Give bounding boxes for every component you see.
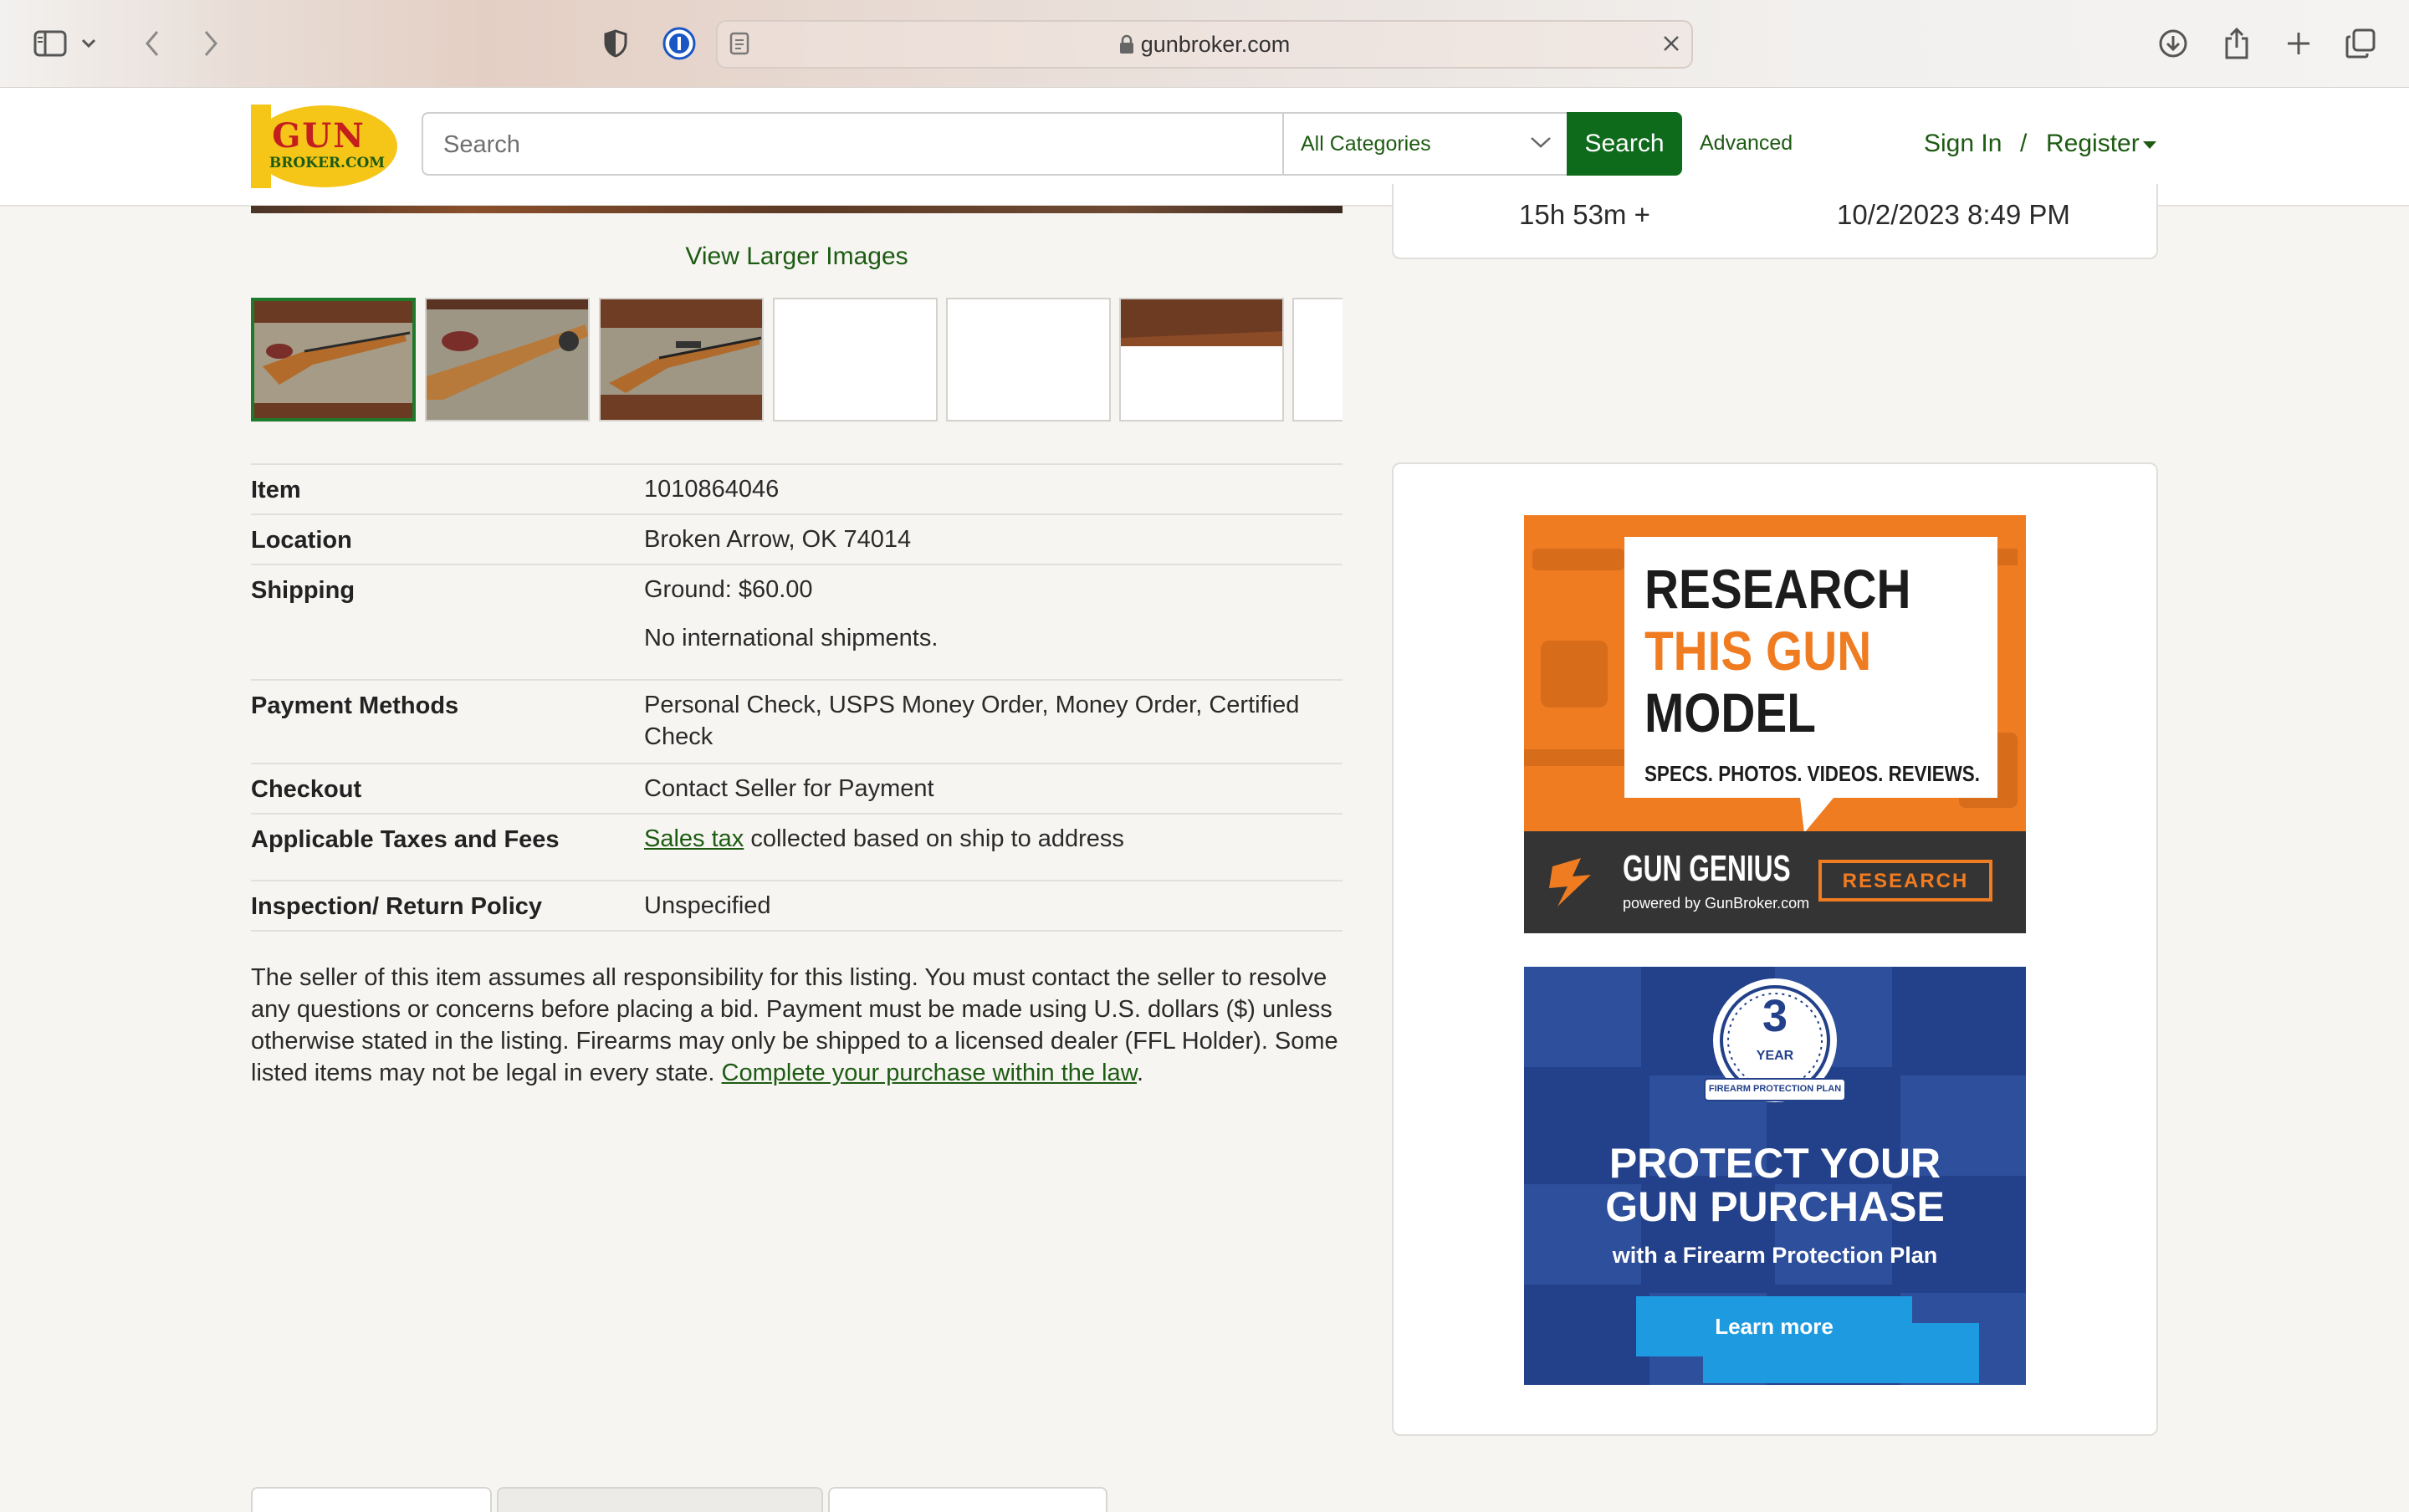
- thumbnail-4[interactable]: [773, 298, 938, 421]
- thumbnail-6[interactable]: [1119, 298, 1284, 421]
- logo-text-gun: GUN: [272, 116, 366, 156]
- badge-plan: FIREARM PROTECTION PLAN: [1708, 1084, 1842, 1094]
- detail-value: Broken Arrow, OK 74014: [644, 526, 912, 553]
- view-larger-images-link[interactable]: View Larger Images: [251, 243, 1343, 271]
- header-separator: /: [2020, 130, 2028, 157]
- badge-number: 3: [1762, 991, 1788, 1041]
- thumbnail-1[interactable]: [251, 298, 416, 421]
- auction-info-card: 15h 53m + 10/2/2023 8:49 PM: [1392, 184, 2158, 259]
- tab-3[interactable]: [828, 1487, 1107, 1512]
- time-left-value: 15h 53m +: [1519, 199, 1650, 230]
- detail-note: No international shipments.: [644, 625, 939, 651]
- thumbnail-2[interactable]: [425, 298, 590, 421]
- logo-text-broker: BROKER.COM: [269, 155, 386, 171]
- clear-icon[interactable]: [1661, 33, 1681, 57]
- url-text: gunbroker.com: [718, 32, 1691, 60]
- tabs-overview-icon[interactable]: [2339, 22, 2382, 65]
- detail-label: Location: [251, 527, 352, 554]
- detail-value: Ground: $60.00: [644, 576, 813, 603]
- address-bar[interactable]: gunbroker.com: [716, 20, 1693, 69]
- learn-more-button[interactable]: Learn more: [1636, 1296, 1912, 1356]
- detail-row-location: Location Broken Arrow, OK 74014: [251, 513, 1343, 564]
- detail-label: Shipping: [251, 577, 355, 604]
- new-tab-icon[interactable]: [2277, 22, 2320, 65]
- research-tagline: SPECS. PHOTOS. VIDEOS. REVIEWS.: [1644, 761, 1980, 786]
- listing-details-table: Item 1010864046 Location Broken Arrow, O…: [251, 463, 1343, 932]
- caret-down-icon[interactable]: [2143, 141, 2156, 149]
- badge-year: YEAR: [1756, 1049, 1794, 1063]
- gunbroker-logo[interactable]: GUN BROKER.COM: [251, 105, 398, 188]
- research-line-3: MODEL: [1644, 682, 1816, 743]
- download-icon[interactable]: [2151, 22, 2195, 65]
- sales-tax-link[interactable]: Sales tax: [644, 825, 744, 852]
- protect-subline: with a Firearm Protection Plan: [1612, 1243, 1938, 1268]
- gun-genius-brand: GUN GENIUS: [1623, 848, 1791, 889]
- back-icon[interactable]: [130, 22, 174, 65]
- search-input[interactable]: [423, 114, 1271, 176]
- thumbnail-3[interactable]: [599, 298, 764, 421]
- register-link[interactable]: Register: [2046, 130, 2140, 158]
- detail-row-checkout: Checkout Contact Seller for Payment: [251, 763, 1343, 813]
- research-line-1: RESEARCH: [1644, 558, 1911, 620]
- protect-headline-1: PROTECT YOUR: [1609, 1140, 1941, 1187]
- advanced-search-link[interactable]: Advanced: [1700, 131, 1793, 156]
- url-label: gunbroker.com: [1140, 32, 1291, 57]
- detail-label: Payment Methods: [251, 692, 459, 719]
- search-field-wrapper: [422, 112, 1283, 176]
- research-line-2: THIS GUN: [1644, 620, 1872, 682]
- protection-plan-ad[interactable]: 3 YEAR FIREARM PROTECTION PLAN PROTECT Y…: [1524, 967, 2026, 1385]
- research-button[interactable]: RESEARCH: [1820, 870, 1991, 893]
- category-select[interactable]: All Categories: [1282, 112, 1568, 176]
- category-select-value: All Categories: [1301, 132, 1431, 156]
- main-listing-image[interactable]: [251, 206, 1343, 213]
- detail-row-taxes: Applicable Taxes and Fees Sales tax coll…: [251, 813, 1343, 880]
- detail-row-shipping: Shipping Ground: $60.00 No international…: [251, 564, 1343, 679]
- detail-label: Inspection/ Return Policy: [251, 893, 543, 920]
- purchase-law-link[interactable]: Complete your purchase within the law: [722, 1060, 1137, 1086]
- detail-row-item: Item 1010864046: [251, 463, 1343, 513]
- sign-in-link[interactable]: Sign In: [1924, 130, 2002, 158]
- detail-label: Item: [251, 477, 301, 503]
- taxes-text: collected based on ship to address: [744, 825, 1124, 852]
- forward-icon[interactable]: [189, 22, 233, 65]
- detail-label: Applicable Taxes and Fees: [251, 826, 560, 853]
- disclaimer-end: .: [1137, 1060, 1144, 1086]
- detail-row-inspection: Inspection/ Return Policy Unspecified: [251, 880, 1343, 932]
- end-time-value: 10/2/2023 8:49 PM: [1837, 199, 2070, 230]
- detail-value: 1010864046: [644, 476, 780, 503]
- detail-label: Checkout: [251, 776, 362, 803]
- browser-toolbar: gunbroker.com: [0, 0, 2409, 88]
- research-gun-ad[interactable]: RESEARCH THIS GUN MODEL SPECS. PHOTOS. V…: [1524, 515, 2026, 933]
- detail-row-payment: Payment Methods Personal Check, USPS Mon…: [251, 679, 1343, 763]
- share-icon[interactable]: [2215, 22, 2258, 65]
- gun-genius-powered: powered by GunBroker.com: [1623, 895, 1810, 912]
- chevron-down-icon[interactable]: [75, 22, 102, 65]
- search-button[interactable]: Search: [1567, 112, 1682, 176]
- chevron-down-icon: [1530, 135, 1552, 152]
- thumbnail-7[interactable]: [1292, 298, 1343, 421]
- privacy-shield-icon[interactable]: [594, 22, 637, 65]
- password-manager-icon[interactable]: [657, 22, 701, 65]
- detail-value: Personal Check, USPS Money Order, Money …: [644, 692, 1300, 750]
- detail-value: Unspecified: [644, 892, 771, 919]
- seller-disclaimer: The seller of this item assumes all resp…: [251, 962, 1343, 1089]
- tab-2[interactable]: [497, 1487, 823, 1512]
- thumbnail-5[interactable]: [946, 298, 1111, 421]
- protect-headline-2: GUN PURCHASE: [1605, 1183, 1945, 1230]
- sidebar-icon[interactable]: [28, 22, 72, 65]
- detail-value: Sales tax collected based on ship to add…: [644, 823, 1343, 855]
- tab-1[interactable]: [251, 1487, 492, 1512]
- detail-value: Contact Seller for Payment: [644, 775, 934, 802]
- lock-icon: [1119, 34, 1134, 60]
